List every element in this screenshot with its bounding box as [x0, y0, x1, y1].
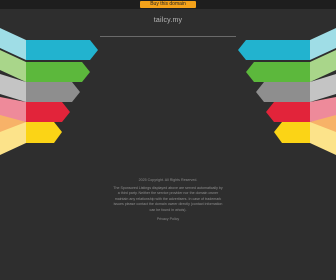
right-arrow-red [266, 102, 310, 122]
left-arrow-cyan [26, 40, 98, 60]
left-arrows [0, 28, 98, 155]
right-arrow-gray [256, 82, 310, 102]
left-arrow-red [26, 102, 70, 122]
right-arrow-yellow [274, 122, 310, 143]
left-arrow-gray [26, 82, 80, 102]
right-arrows [238, 28, 336, 155]
privacy-policy-link[interactable]: Privacy Policy [0, 217, 336, 221]
right-arrow-green [246, 62, 310, 82]
copyright-notice: 2025 Copyright. All Rights Reserved. [138, 178, 198, 182]
left-arrow-yellow [26, 122, 62, 143]
right-arrow-cyan [238, 40, 310, 60]
left-arrow-green [26, 62, 90, 82]
decorative-arrows [0, 28, 336, 155]
disclaimer-text: The Sponsored Listings displayed above a… [113, 186, 223, 212]
